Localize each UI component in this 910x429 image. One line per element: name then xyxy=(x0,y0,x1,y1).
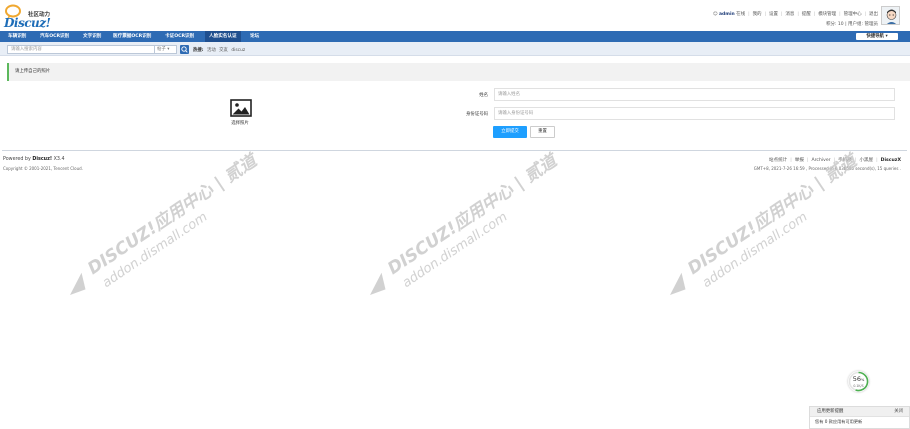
messages-link[interactable]: 消息 xyxy=(785,12,794,17)
powered-by: Powered by Discuz! X3.4 xyxy=(3,157,65,162)
quick-nav-button[interactable]: 快捷导航 ▾ xyxy=(856,33,898,40)
watermark-line2: addon.dismall.com xyxy=(700,210,811,291)
main-nav: 车辆识别 汽车OCR识别 文字识别 医疗票据OCR识别 卡证OCR识别 人脸实名… xyxy=(0,31,910,42)
separator: | xyxy=(864,12,867,17)
name-input[interactable]: 请输入姓名 xyxy=(494,88,895,101)
update-panel-body: 您有 0 款应用有可用更新 xyxy=(815,419,863,424)
separator: | xyxy=(806,158,809,163)
search-bar: 请输入搜索内容 帖子 ▾ 热搜: 活动 交友 discuz xyxy=(0,42,910,56)
separator: | xyxy=(748,12,750,17)
user-stats-bar: 积分: 10 | 用户组: 管理员 xyxy=(826,21,878,27)
separator: | xyxy=(845,22,847,27)
search-scope-select[interactable]: 帖子 ▾ xyxy=(155,45,177,54)
logout-link[interactable]: 退出 xyxy=(869,12,878,17)
watermark-line1: DISCUZ!应用中心 | 贰道 xyxy=(84,149,263,279)
logo-wordmark: Discuz! xyxy=(4,16,51,30)
footer-link-archiver[interactable]: Archiver xyxy=(811,158,830,163)
separator: | xyxy=(854,158,857,163)
speed-value: 56 xyxy=(852,375,861,383)
my-link[interactable]: 我的 xyxy=(753,12,762,17)
separator: | xyxy=(839,12,841,17)
search-button[interactable] xyxy=(180,45,189,54)
footer-link-report[interactable]: 举报 xyxy=(795,158,804,163)
reset-button[interactable]: 重置 xyxy=(530,126,555,138)
footer-stats: GMT+8, 2021-7-26 16:59 , Processed in 0.… xyxy=(753,166,901,171)
hot-term[interactable]: 交友 xyxy=(219,48,228,53)
watermark-arrow-icon xyxy=(370,272,386,295)
user-icon: ☺ xyxy=(712,12,718,17)
photo-upload-label: 选择照片 xyxy=(231,121,249,126)
search-icon xyxy=(181,46,188,53)
separator: | xyxy=(790,158,792,163)
avatar[interactable] xyxy=(881,6,900,25)
id-number-label: 身份证号码 xyxy=(466,112,488,117)
powered-prefix: Powered by xyxy=(3,157,31,162)
footer-link-blacklist[interactable]: 小黑屋 xyxy=(859,158,873,163)
copyright-text: Copyright © 2001-2021, Tencent Cloud. xyxy=(3,166,83,171)
module-manage-link[interactable]: 模块管理 xyxy=(818,12,836,17)
speed-rate: 0.1K/S xyxy=(853,384,864,388)
hot-term[interactable]: 活动 xyxy=(207,48,216,53)
watermark-line1: DISCUZ!应用中心 | 贰道 xyxy=(384,149,563,279)
nav-item-face-verify[interactable]: 人脸实名认证 xyxy=(205,31,241,42)
footer-link-stats[interactable]: 站点统计 xyxy=(769,158,787,163)
watermark-line2: addon.dismall.com xyxy=(100,210,211,291)
watermark: DISCUZ!应用中心 | 贰道 addon.dismall.com xyxy=(370,149,563,295)
watermark: DISCUZ!应用中心 | 贰道 addon.dismall.com xyxy=(70,149,263,295)
watermark-line2: addon.dismall.com xyxy=(400,210,511,291)
speed-unit-symbol: % xyxy=(860,378,865,382)
separator: | xyxy=(876,158,878,163)
nav-item-card-ocr[interactable]: 卡证OCR识别 xyxy=(161,31,198,42)
separator: | xyxy=(813,12,816,17)
separator: | xyxy=(780,12,783,17)
update-panel-title: 应用更新提醒 xyxy=(817,409,844,414)
search-input[interactable]: 请输入搜索内容 xyxy=(7,45,155,54)
name-label: 姓名 xyxy=(479,93,488,98)
speed-percent: 56% xyxy=(848,375,869,383)
hot-term[interactable]: discuz xyxy=(231,48,245,53)
separator: | xyxy=(764,12,767,17)
submit-button[interactable]: 立即提交 xyxy=(493,126,527,138)
chevron-down-icon: ▾ xyxy=(167,47,170,52)
watermark-arrow-icon xyxy=(670,272,686,295)
photo-upload[interactable]: 选择照片 xyxy=(227,99,253,129)
search-scope-value: 帖子 xyxy=(157,47,166,52)
watermark-arrow-icon xyxy=(70,272,86,295)
usergroup-link[interactable]: 用户组: 管理员 xyxy=(848,22,878,27)
powered-brand-link[interactable]: Discuz! xyxy=(32,157,52,162)
footer-link-mobile[interactable]: 手机版 xyxy=(838,158,852,163)
update-panel-header: 应用更新提醒 关闭 xyxy=(810,407,909,417)
update-reminder-panel: 应用更新提醒 关闭 您有 0 款应用有可用更新 xyxy=(809,406,910,429)
separator: | xyxy=(833,158,836,163)
network-speed-widget[interactable]: 56% 0.1K/S xyxy=(848,371,869,392)
nav-item-vehicle[interactable]: 车辆识别 xyxy=(4,31,30,42)
nav-item-text-ocr[interactable]: 文字识别 xyxy=(79,31,105,42)
image-icon xyxy=(230,99,252,117)
avatar-icon xyxy=(882,7,899,24)
header: 社区动力 Discuz! ☺ admin 在线 | 我的 | 设置 | 消息 |… xyxy=(0,0,910,31)
site-logo[interactable]: 社区动力 Discuz! xyxy=(3,4,63,30)
footer-brand[interactable]: DiscuzX xyxy=(881,158,901,163)
online-link[interactable]: 在线 xyxy=(736,12,745,17)
footer-divider xyxy=(2,150,907,151)
powered-version: X3.4 xyxy=(53,157,65,162)
user-bar: ☺ admin 在线 | 我的 | 设置 | 消息 | 提醒 | 模块管理 | … xyxy=(713,11,878,17)
id-number-input[interactable]: 请输入身份证号码 xyxy=(494,107,895,120)
credits-link[interactable]: 积分: 10 xyxy=(826,22,844,27)
hot-searches: 热搜: 活动 交友 discuz xyxy=(193,47,245,53)
chevron-down-icon: ▾ xyxy=(885,34,888,39)
settings-link[interactable]: 设置 xyxy=(769,12,778,17)
update-panel-close-button[interactable]: 关闭 xyxy=(894,407,903,417)
footer-links: 站点统计 | 举报 | Archiver | 手机版 | 小黑屋 | Discu… xyxy=(769,157,901,163)
nav-item-car-ocr[interactable]: 汽车OCR识别 xyxy=(36,31,73,42)
nav-item-forum[interactable]: 论坛 xyxy=(246,31,263,42)
nav-item-medical-ocr[interactable]: 医疗票据OCR识别 xyxy=(109,31,155,42)
username-link[interactable]: admin xyxy=(719,12,735,17)
hot-label: 热搜: xyxy=(193,48,204,53)
quick-nav-label: 快捷导航 xyxy=(866,34,884,39)
notifications-link[interactable]: 提醒 xyxy=(802,12,811,17)
admin-center-link[interactable]: 管理中心 xyxy=(844,12,862,17)
separator: | xyxy=(797,12,799,17)
upload-notice: 请上传自己的照片 xyxy=(7,63,910,81)
